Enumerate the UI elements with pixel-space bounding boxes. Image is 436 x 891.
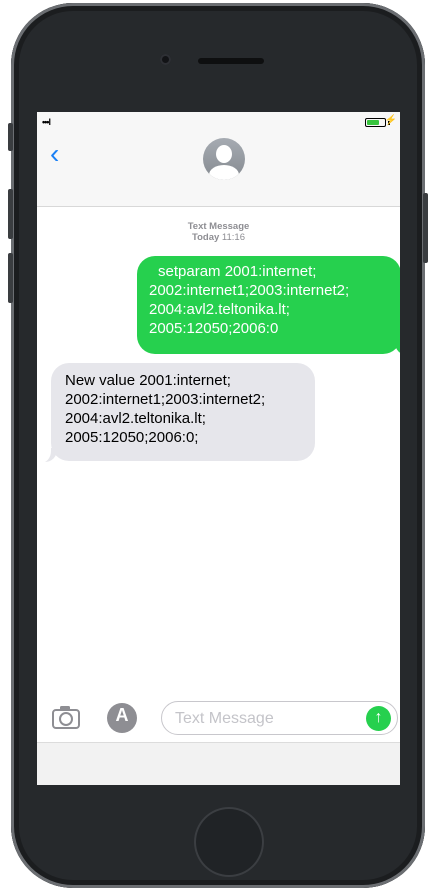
signal-icon: •••l	[42, 117, 51, 127]
message-line: 2005:12050;2006:0;	[65, 429, 199, 446]
message-line: 2002:internet1;2003:internet2;	[149, 282, 350, 299]
earpiece-speaker	[198, 58, 264, 64]
contact-avatar-icon[interactable]	[203, 138, 245, 180]
back-chevron-icon[interactable]: ‹	[50, 138, 59, 170]
battery-level	[367, 120, 379, 125]
message-line: 2004:avl2.teltonika.lt;	[149, 301, 290, 318]
thread-timestamp: Text Message Today 11:16	[37, 221, 400, 243]
app-store-icon[interactable]: A	[107, 703, 137, 733]
composer-bar: A Text Message ↑	[37, 692, 400, 742]
battery-icon	[365, 118, 386, 127]
date-label: Today	[192, 232, 220, 243]
service-label: Text Message	[187, 221, 250, 232]
avatar-body	[209, 165, 239, 180]
front-camera	[160, 54, 171, 65]
message-line: setparam 2001:internet;	[158, 263, 317, 280]
volume-up-button	[8, 189, 13, 239]
received-message-bubble[interactable]: New value 2001:internet; 2002:internet1;…	[51, 363, 315, 461]
power-button	[423, 193, 428, 263]
message-line: New value 2001:internet;	[65, 372, 231, 389]
phone-screen: •••l ⚡ ‹ Text Message Today 11:16 setpar…	[37, 112, 400, 785]
message-line: 2002:internet1;2003:internet2;	[65, 391, 266, 408]
message-input[interactable]: Text Message ↑	[161, 701, 398, 735]
send-arrow-icon[interactable]: ↑	[366, 706, 391, 731]
avatar-head	[216, 145, 232, 163]
message-input-placeholder: Text Message	[175, 710, 274, 727]
home-button[interactable]	[194, 807, 264, 877]
status-bar: •••l ⚡	[37, 112, 400, 132]
time-label: 11:16	[221, 232, 245, 243]
volume-down-button	[8, 253, 13, 303]
mute-switch	[8, 123, 13, 151]
message-line: 2005:12050;2006:0	[149, 320, 279, 337]
keyboard-area	[37, 742, 400, 785]
app-store-glyph: A	[115, 705, 129, 725]
sent-message-bubble[interactable]: setparam 2001:internet; 2002:internet1;2…	[137, 256, 400, 354]
message-line: 2004:avl2.teltonika.lt;	[65, 410, 206, 427]
camera-icon[interactable]	[51, 704, 81, 730]
conversation-header: ‹	[37, 132, 400, 207]
charging-icon: ⚡	[384, 115, 397, 126]
